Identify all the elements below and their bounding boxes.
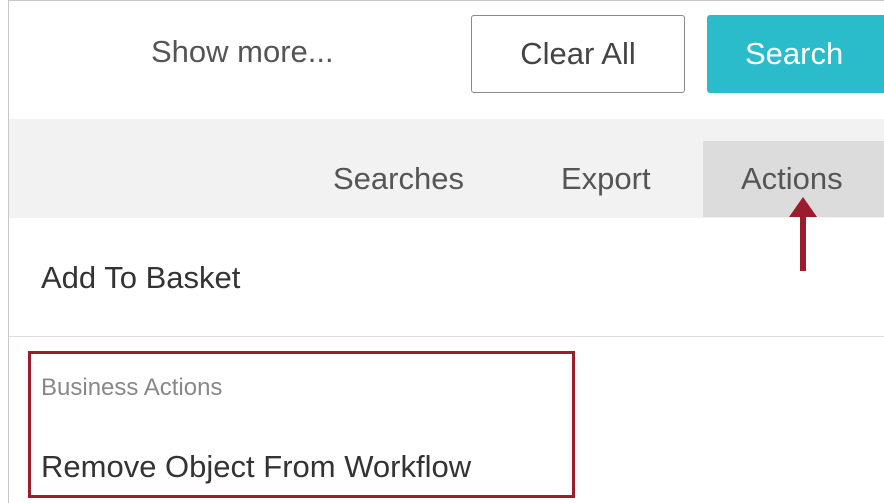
search-button[interactable]: Search: [707, 15, 884, 93]
clear-all-button[interactable]: Clear All: [471, 15, 685, 93]
menu-item-remove-object-from-workflow[interactable]: Remove Object From Workflow: [41, 445, 471, 489]
search-panel: Show more... Clear All Search Searches E…: [8, 0, 884, 503]
tab-bar: Searches Export Actions: [9, 119, 884, 218]
tab-export[interactable]: Export: [561, 141, 651, 217]
business-actions-heading: Business Actions: [41, 374, 223, 401]
show-more-link[interactable]: Show more...: [151, 31, 334, 73]
menu-item-add-to-basket[interactable]: Add To Basket: [9, 219, 884, 337]
search-toolbar: Show more... Clear All Search: [9, 1, 884, 119]
tab-searches[interactable]: Searches: [333, 141, 464, 217]
